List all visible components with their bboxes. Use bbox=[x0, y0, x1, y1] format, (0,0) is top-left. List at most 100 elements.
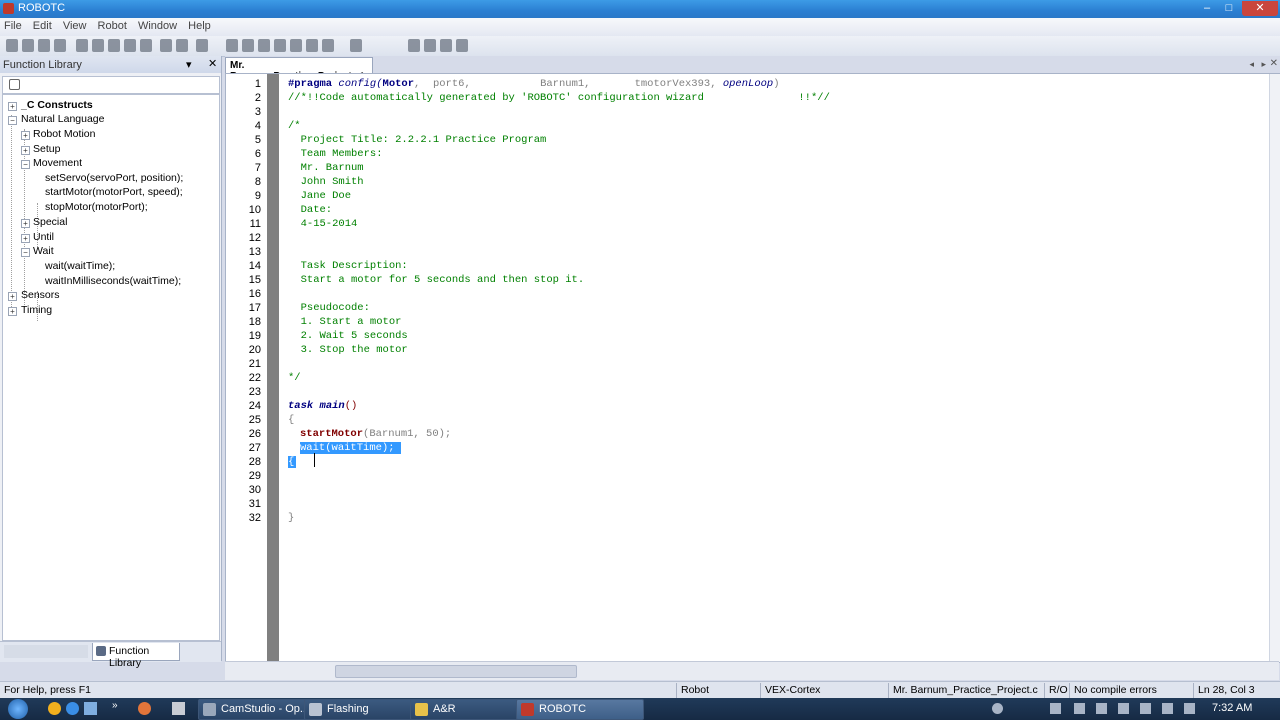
tab-other-panel[interactable] bbox=[4, 645, 88, 658]
find-next-icon[interactable] bbox=[176, 39, 188, 52]
print-icon[interactable] bbox=[196, 39, 208, 52]
vertical-scrollbar[interactable] bbox=[1269, 74, 1280, 662]
network-icon[interactable] bbox=[1074, 703, 1085, 714]
outdent-icon[interactable] bbox=[258, 39, 270, 52]
menu-edit[interactable]: Edit bbox=[29, 18, 56, 34]
horizontal-scrollbar[interactable] bbox=[225, 661, 1279, 680]
code-line-10[interactable]: Date: bbox=[288, 204, 333, 216]
menu-help[interactable]: Help bbox=[184, 18, 215, 34]
code-line-22[interactable]: */ bbox=[288, 372, 301, 384]
tab-function-library[interactable]: Function Library bbox=[92, 643, 180, 669]
menu-view[interactable]: View bbox=[59, 18, 91, 34]
collapse-icon[interactable]: − bbox=[8, 116, 17, 125]
code-line-32[interactable]: } bbox=[288, 512, 294, 524]
tree-item-timing[interactable]: Timing bbox=[21, 304, 52, 316]
bookmark-icon[interactable] bbox=[226, 39, 238, 52]
tree-item-sensors[interactable]: Sensors bbox=[21, 289, 60, 301]
code-line-11[interactable]: 4-15-2014 bbox=[288, 218, 358, 230]
debug-start-icon[interactable] bbox=[408, 39, 420, 52]
code-line-17[interactable]: Pseudocode: bbox=[288, 302, 370, 314]
firefox-icon[interactable] bbox=[138, 702, 151, 715]
expander-icon[interactable]: + bbox=[8, 307, 17, 316]
tree-item-until[interactable]: Until bbox=[33, 231, 54, 243]
breakpoint-margin[interactable] bbox=[267, 74, 279, 662]
code-line-6[interactable]: Team Members: bbox=[288, 148, 383, 160]
tray-icon[interactable] bbox=[1162, 703, 1173, 714]
code-line-15[interactable]: Start a motor for 5 seconds and then sto… bbox=[288, 274, 585, 286]
new-file-icon[interactable] bbox=[6, 39, 18, 52]
save-icon[interactable] bbox=[38, 39, 50, 52]
start-button[interactable] bbox=[8, 699, 28, 719]
tree-item-wait[interactable]: Wait bbox=[33, 245, 54, 257]
chrome-icon[interactable] bbox=[48, 702, 61, 715]
code-line-25[interactable]: { bbox=[288, 414, 294, 426]
filter-icon[interactable] bbox=[9, 79, 20, 90]
maximize-button[interactable]: □ bbox=[1218, 1, 1240, 16]
code-line-26[interactable]: startMotor(Barnum1, 50); bbox=[300, 428, 451, 440]
tree-item-c-constructs[interactable]: _C Constructs bbox=[21, 99, 93, 111]
code-line-7[interactable]: Mr. Barnum bbox=[288, 162, 364, 174]
tree-item-setup[interactable]: Setup bbox=[33, 143, 60, 155]
compile-icon[interactable] bbox=[322, 39, 334, 52]
format-icon[interactable] bbox=[306, 39, 318, 52]
tray-icon[interactable] bbox=[1140, 703, 1151, 714]
calculator-icon[interactable] bbox=[172, 702, 185, 715]
code-line-28-selected[interactable]: { bbox=[288, 456, 297, 468]
comment-icon[interactable] bbox=[274, 39, 286, 52]
code-line-19[interactable]: 2. Wait 5 seconds bbox=[288, 330, 408, 342]
code-line-24[interactable]: task main() bbox=[288, 400, 357, 412]
code-line-4[interactable]: /* bbox=[288, 120, 301, 132]
flag-icon[interactable] bbox=[1096, 703, 1107, 714]
code-line-2[interactable]: //*!!Code automatically generated by 'RO… bbox=[288, 92, 830, 104]
clock[interactable]: 7:32 AM bbox=[1212, 702, 1252, 714]
expander-icon[interactable]: + bbox=[21, 131, 30, 140]
volume-icon[interactable] bbox=[1184, 703, 1195, 714]
tray-icon[interactable] bbox=[1118, 703, 1129, 714]
cut-icon[interactable] bbox=[76, 39, 88, 52]
save-all-icon[interactable] bbox=[54, 39, 66, 52]
find-icon[interactable] bbox=[160, 39, 172, 52]
ie-icon[interactable] bbox=[66, 702, 79, 715]
copy-icon[interactable] bbox=[92, 39, 104, 52]
expander-icon[interactable]: + bbox=[8, 102, 17, 111]
expander-icon[interactable]: + bbox=[21, 219, 30, 228]
download-icon[interactable] bbox=[350, 39, 362, 52]
tab-scroll-right-icon[interactable]: ▸ bbox=[1261, 59, 1266, 70]
indent-icon[interactable] bbox=[242, 39, 254, 52]
code-line-14[interactable]: Task Description: bbox=[288, 260, 408, 272]
close-button[interactable]: ✕ bbox=[1242, 1, 1278, 16]
tree-item-natural-language[interactable]: Natural Language bbox=[21, 113, 104, 125]
debug-step-icon[interactable] bbox=[424, 39, 436, 52]
tray-icon[interactable] bbox=[992, 703, 1003, 714]
menu-robot[interactable]: Robot bbox=[94, 18, 131, 34]
paste-icon[interactable] bbox=[108, 39, 120, 52]
tree-item-waitinmilliseconds[interactable]: waitInMilliseconds(waitTime); bbox=[45, 275, 181, 287]
debug-refresh-icon[interactable] bbox=[456, 39, 468, 52]
minimize-button[interactable]: ‒ bbox=[1196, 1, 1218, 16]
code-line-20[interactable]: 3. Stop the motor bbox=[288, 344, 408, 356]
tab-close-icon[interactable]: ✕ bbox=[1270, 58, 1278, 69]
menu-window[interactable]: Window bbox=[134, 18, 181, 34]
scrollbar-thumb[interactable] bbox=[335, 665, 577, 678]
tree-item-special[interactable]: Special bbox=[33, 216, 67, 228]
menu-file[interactable]: File bbox=[0, 18, 26, 34]
tree-item-startmotor[interactable]: startMotor(motorPort, speed); bbox=[45, 186, 183, 198]
tree-item-stopmotor[interactable]: stopMotor(motorPort); bbox=[45, 201, 148, 213]
code-line-9[interactable]: Jane Doe bbox=[288, 190, 351, 202]
explorer-icon[interactable] bbox=[84, 702, 97, 715]
expander-icon[interactable]: + bbox=[8, 292, 17, 301]
undo-icon[interactable] bbox=[124, 39, 136, 52]
expander-icon[interactable]: + bbox=[21, 146, 30, 155]
quicklaunch-more-icon[interactable]: » bbox=[112, 700, 118, 711]
collapse-icon[interactable]: − bbox=[21, 248, 30, 257]
expander-icon[interactable]: + bbox=[21, 234, 30, 243]
code-line-27-selected[interactable]: wait(waitTime); bbox=[300, 442, 401, 454]
tab-scroll-left-icon[interactable]: ◂ bbox=[1249, 59, 1254, 70]
collapse-icon[interactable]: − bbox=[21, 160, 30, 169]
tree-item-wait-function[interactable]: wait(waitTime); bbox=[45, 260, 115, 272]
taskbar-robotc[interactable]: ROBOTC bbox=[516, 699, 644, 720]
code-line-5[interactable]: Project Title: 2.2.2.1 Practice Program bbox=[288, 134, 547, 146]
redo-icon[interactable] bbox=[140, 39, 152, 52]
code-editor[interactable]: 1 2 3 4 5 6 7 8 9 10 11 12 13 14 15 16 1… bbox=[225, 73, 1280, 663]
tree-item-movement[interactable]: Movement bbox=[33, 157, 82, 169]
